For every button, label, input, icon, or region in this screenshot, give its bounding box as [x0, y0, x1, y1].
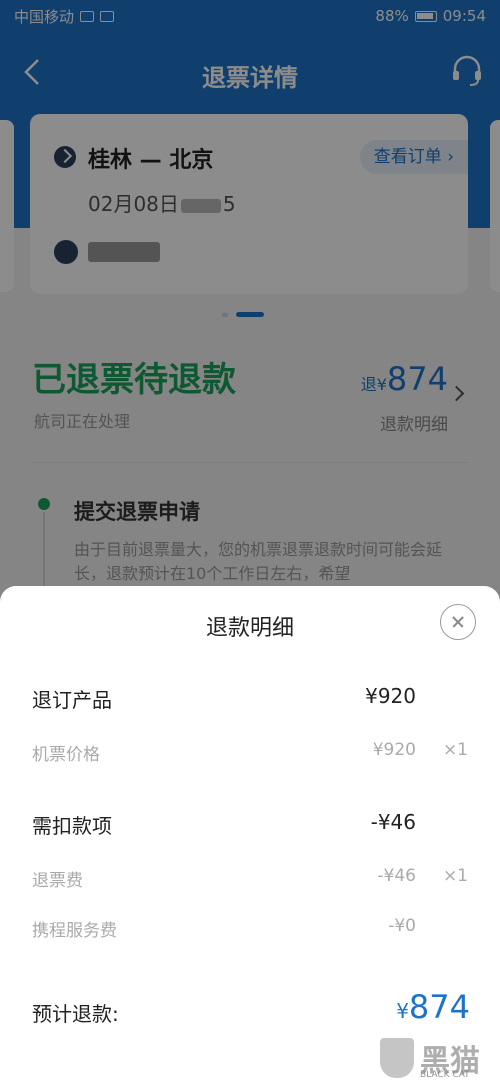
- service-fee-label: 携程服务费: [32, 921, 117, 941]
- refund-product-value: ¥920: [365, 684, 416, 708]
- estimate-currency: ¥: [396, 999, 409, 1023]
- ticket-price-value: ¥920: [372, 740, 416, 760]
- watermark-logo: 黑猫 BLACK CAT: [380, 1036, 492, 1082]
- ticket-price-label: 机票价格: [32, 745, 100, 765]
- deductions-label: 需扣款项: [32, 814, 112, 838]
- refund-product-label: 退订产品: [32, 688, 112, 712]
- close-icon[interactable]: [440, 604, 476, 640]
- refund-fee-value: -¥46: [377, 866, 416, 886]
- estimate-value: 874: [408, 988, 470, 1026]
- deductions-value: -¥46: [370, 810, 416, 834]
- refund-fee-qty: ×1: [442, 866, 468, 886]
- ticket-price-qty: ×1: [442, 740, 468, 760]
- sheet-title: 退款明细: [205, 616, 294, 641]
- watermark-sub: BLACK CAT: [420, 1070, 470, 1080]
- refund-fee-label: 退票费: [32, 871, 83, 891]
- shield-icon: [380, 1038, 414, 1078]
- refund-detail-sheet: 退款明细 退订产品 ¥920 机票价格 ¥920 ×1 需扣款项 -¥46 退票…: [0, 586, 500, 1082]
- estimate-amount: ¥874: [396, 988, 470, 1026]
- estimate-label: 预计退款:: [32, 1002, 119, 1026]
- service-fee-value: -¥0: [388, 916, 416, 936]
